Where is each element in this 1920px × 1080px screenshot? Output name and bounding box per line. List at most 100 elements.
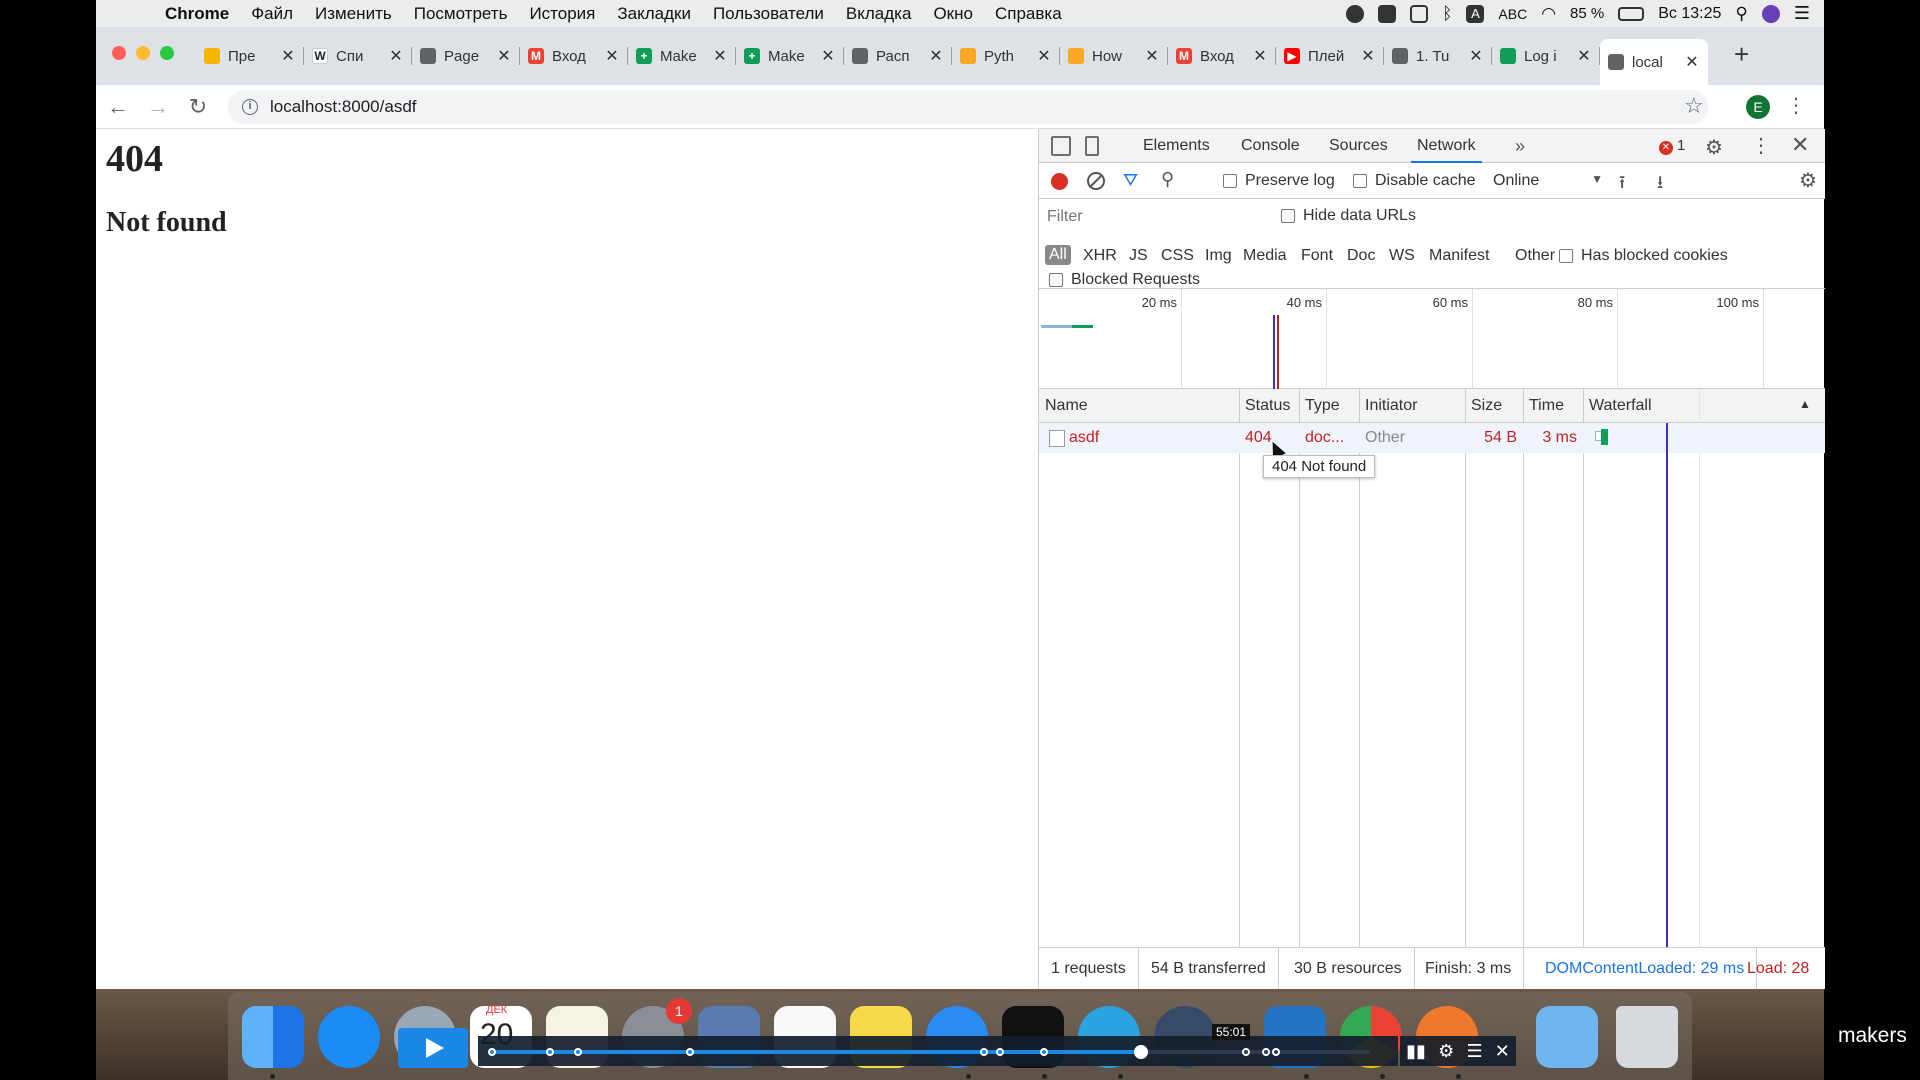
tab-close-icon[interactable]: ✕	[1576, 46, 1592, 66]
menu-app-name[interactable]: Chrome	[165, 4, 229, 24]
settings-gear-icon[interactable]: ⚙	[1438, 1041, 1454, 1062]
export-har-icon[interactable]: ⭳	[1657, 170, 1663, 200]
browser-tab-active[interactable]: local ✕	[1600, 39, 1708, 85]
tab-close-icon[interactable]: ✕	[712, 46, 728, 66]
forward-arrow-icon[interactable]: →	[144, 93, 172, 121]
tab-console[interactable]: Console	[1241, 129, 1300, 163]
blocked-requests-checkbox[interactable]: Blocked Requests	[1049, 271, 1200, 289]
filter-type-media[interactable]: Media	[1243, 247, 1287, 265]
sort-ascending-icon[interactable]: ▲	[1799, 397, 1811, 411]
column-type[interactable]: Type	[1299, 389, 1340, 423]
filter-type-css[interactable]: CSS	[1161, 247, 1194, 265]
menu-window[interactable]: Окно	[933, 4, 973, 24]
chapter-marker[interactable]	[980, 1048, 988, 1056]
filter-type-manifest[interactable]: Manifest	[1429, 247, 1489, 265]
checkbox-box[interactable]	[1353, 174, 1367, 188]
column-time[interactable]: Time	[1523, 389, 1564, 423]
tab-close-icon[interactable]: ✕	[1360, 46, 1376, 66]
clock[interactable]: Вс 13:25	[1658, 5, 1721, 23]
has-blocked-cookies-checkbox[interactable]: Has blocked cookies	[1559, 247, 1728, 265]
finder-icon[interactable]	[242, 1006, 304, 1068]
browser-tab[interactable]: W Спи ✕	[304, 39, 412, 73]
tab-elements[interactable]: Elements	[1143, 129, 1210, 163]
device-toolbar-icon[interactable]	[1085, 136, 1099, 156]
playlist-icon[interactable]: ☰	[1466, 1041, 1482, 1062]
fullscreen-window-button[interactable]	[160, 46, 174, 60]
menu-people[interactable]: Пользователи	[713, 4, 824, 24]
request-name[interactable]: asdf	[1069, 423, 1229, 453]
browser-tab[interactable]: How ✕	[1060, 39, 1168, 73]
column-name[interactable]: Name	[1039, 389, 1088, 423]
tab-close-icon[interactable]: ✕	[1144, 46, 1160, 66]
filter-type-img[interactable]: Img	[1205, 247, 1232, 265]
throttling-select[interactable]: Online ▼	[1493, 172, 1603, 190]
tab-close-icon[interactable]: ✕	[280, 46, 296, 66]
browser-tab[interactable]: 1. Tu ✕	[1384, 39, 1492, 73]
browser-tab[interactable]: + Make ✕	[628, 39, 736, 73]
new-tab-button[interactable]: +	[1734, 39, 1749, 70]
tab-network[interactable]: Network	[1411, 129, 1482, 163]
screen-icon[interactable]	[1410, 4, 1429, 23]
menu-view[interactable]: Посмотреть	[414, 4, 508, 24]
chapter-marker[interactable]	[574, 1048, 582, 1056]
more-tabs-icon[interactable]: »	[1515, 129, 1525, 163]
tab-close-icon[interactable]: ✕	[604, 46, 620, 66]
docker-icon[interactable]	[1378, 4, 1397, 23]
browser-tab[interactable]: M Вход ✕	[520, 39, 628, 73]
chapter-marker[interactable]	[1040, 1048, 1048, 1056]
menu-edit[interactable]: Изменить	[315, 4, 392, 24]
column-waterfall[interactable]: Waterfall	[1583, 389, 1652, 423]
volume-icon[interactable]: ▮▮	[1406, 1041, 1426, 1062]
bluetooth-icon[interactable]: ᛒ	[1442, 4, 1452, 24]
checkbox-box[interactable]	[1049, 273, 1063, 287]
chapter-marker[interactable]	[1242, 1048, 1250, 1056]
tab-close-icon[interactable]: ✕	[1468, 46, 1484, 66]
menu-file[interactable]: Файл	[251, 4, 293, 24]
back-arrow-icon[interactable]: ←	[104, 93, 132, 121]
downloads-folder-icon[interactable]	[1536, 1006, 1598, 1068]
filter-type-all[interactable]: All	[1045, 245, 1071, 265]
minimize-window-button[interactable]	[136, 46, 150, 60]
filter-type-ws[interactable]: WS	[1389, 247, 1415, 265]
filter-input[interactable]	[1045, 204, 1265, 230]
reload-icon[interactable]: ↻	[184, 93, 212, 121]
tab-sources[interactable]: Sources	[1329, 129, 1388, 163]
battery-icon[interactable]	[1618, 6, 1645, 21]
browser-tab[interactable]: Pyth ✕	[952, 39, 1060, 73]
browser-tab[interactable]: Log i ✕	[1492, 39, 1600, 73]
chapter-marker[interactable]	[1272, 1048, 1280, 1056]
chapter-marker[interactable]	[488, 1048, 496, 1056]
timeline-overview[interactable]: 20 ms 40 ms 60 ms 80 ms 100 ms	[1039, 289, 1825, 389]
devtools-menu-icon[interactable]: ⋮	[1751, 133, 1771, 158]
chapter-marker[interactable]	[1262, 1048, 1270, 1056]
progress-knob[interactable]	[1134, 1045, 1149, 1059]
hide-data-urls-checkbox[interactable]: Hide data URLs	[1281, 207, 1416, 225]
browser-tab[interactable]: + Make ✕	[736, 39, 844, 73]
record-icon[interactable]	[1051, 173, 1068, 190]
import-har-icon[interactable]: ⭱	[1619, 170, 1625, 200]
filter-type-other[interactable]: Other	[1515, 247, 1555, 265]
play-button[interactable]	[398, 1028, 468, 1068]
profile-avatar[interactable]: E	[1746, 95, 1770, 119]
spotlight-icon[interactable]: ⚲	[1735, 4, 1747, 24]
column-initiator[interactable]: Initiator	[1359, 389, 1417, 423]
column-divider[interactable]	[1523, 389, 1524, 949]
video-progress-bar[interactable]	[478, 1036, 1398, 1066]
browser-tab[interactable]: Расп ✕	[844, 39, 952, 73]
column-divider[interactable]	[1583, 389, 1584, 949]
filter-type-doc[interactable]: Doc	[1347, 247, 1375, 265]
site-info-icon[interactable]: i	[242, 99, 258, 115]
address-bar[interactable]: i localhost:8000/asdf	[228, 90, 1708, 124]
chapter-marker[interactable]	[546, 1048, 554, 1056]
browser-tab[interactable]: Page ✕	[412, 39, 520, 73]
keyboard-a-icon[interactable]: A	[1466, 4, 1485, 23]
tab-close-icon[interactable]: ✕	[1036, 46, 1052, 66]
inspect-element-icon[interactable]	[1051, 136, 1071, 156]
record-status-icon[interactable]	[1346, 4, 1365, 23]
filter-type-js[interactable]: JS	[1129, 247, 1148, 265]
filter-funnel-icon[interactable]: ⛛	[1123, 170, 1138, 191]
clear-icon[interactable]	[1087, 172, 1105, 190]
menu-history[interactable]: История	[529, 4, 595, 24]
menu-help[interactable]: Справка	[995, 4, 1062, 24]
input-source[interactable]: ABC	[1498, 6, 1527, 22]
